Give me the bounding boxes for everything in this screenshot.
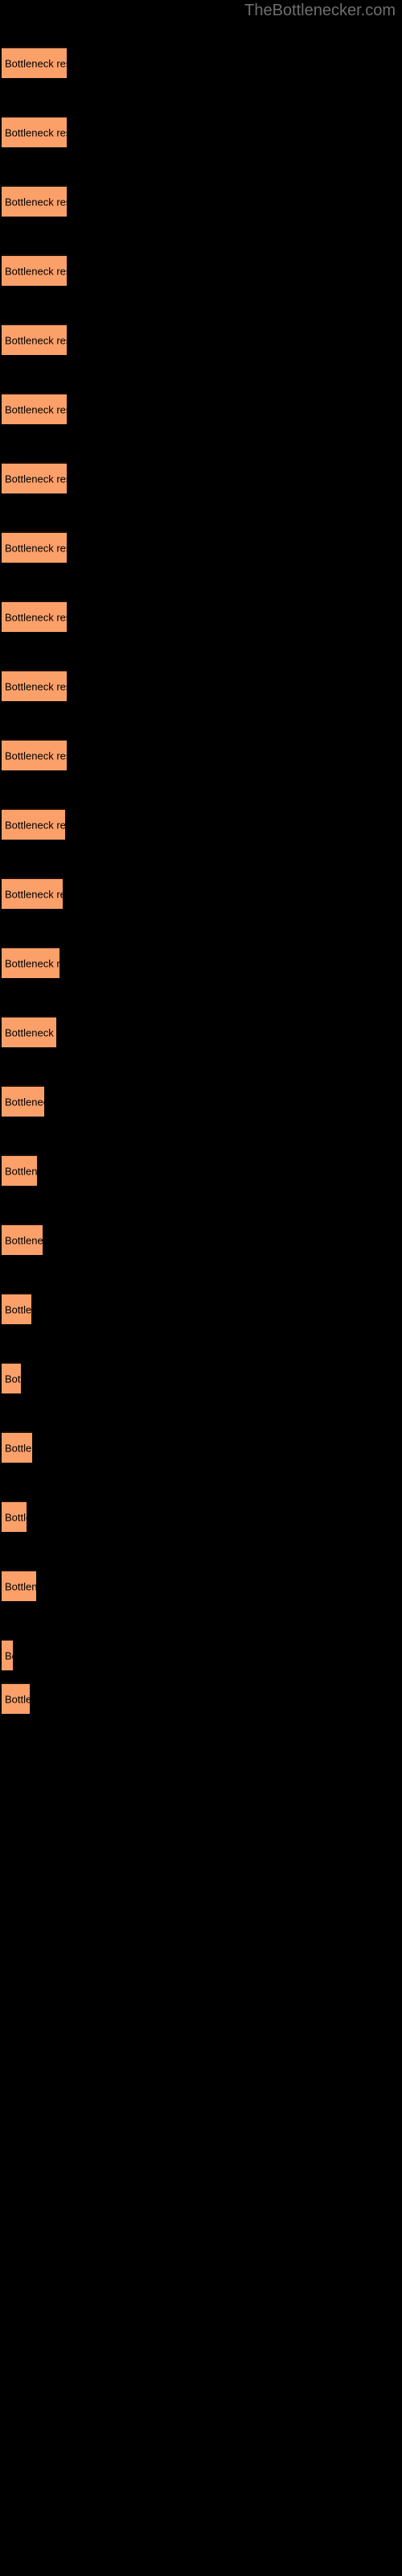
bar: Bottleneck result [2, 1224, 43, 1255]
bar: Bottleneck result [2, 324, 67, 355]
bar: Bottleneck result [2, 531, 67, 563]
bar-label: Bottleneck result [5, 957, 59, 969]
bar-label: Bottleneck result [5, 1373, 21, 1385]
bar: Bottleneck result [2, 1501, 27, 1532]
bar: Bottleneck result [2, 1362, 21, 1393]
bar: Bottleneck result [2, 877, 63, 909]
bar: Bottleneck result [2, 185, 67, 217]
bar: Bottleneck result [2, 947, 59, 978]
bar-label: Bottleneck result [5, 334, 67, 346]
bar-label: Bottleneck result [5, 680, 67, 692]
bar: Bottleneck result [2, 1570, 36, 1601]
bar-label: Bottleneck result [5, 403, 67, 415]
bar-label: Bottleneck result [5, 542, 67, 554]
bar: Bottleneck result [2, 47, 67, 78]
bar-label: Bottleneck result [5, 1234, 43, 1246]
bar: Bottleneck result [2, 1016, 56, 1047]
bar: Bottleneck result [2, 254, 67, 286]
bar-label: Bottleneck result [5, 1165, 37, 1177]
bar: Bottleneck result [2, 1293, 31, 1324]
bar: Bottleneck result [2, 1154, 37, 1186]
bar: Bottleneck result [2, 393, 67, 424]
bar-label: Bottleneck result [5, 1649, 13, 1662]
bar: Bottleneck result [2, 1085, 44, 1117]
bar-label: Bottleneck result [5, 1580, 36, 1592]
bar: Bottleneck result [2, 670, 67, 701]
bar-label: Bottleneck result [5, 749, 67, 762]
bar-label: Bottleneck result [5, 1096, 44, 1108]
bottleneck-chart: TheBottlenecker.com Bottleneck resultBot… [0, 0, 402, 2576]
bar-label: Bottleneck result [5, 611, 67, 623]
bar-label: Bottleneck result [5, 126, 67, 138]
bar-label: Bottleneck result [5, 1026, 56, 1038]
bar: Bottleneck result [2, 808, 65, 840]
bar-label: Bottleneck result [5, 819, 65, 831]
bar-label: Bottleneck result [5, 1442, 32, 1454]
bar: Bottleneck result [2, 116, 67, 147]
bar-label: Bottleneck result [5, 888, 63, 900]
bar-series: Bottleneck result Bottleneck result Bottle… [0, 0, 402, 2576]
bar-label: Bottleneck result [5, 473, 67, 485]
bar: Bottleneck result [2, 601, 67, 632]
bar-label: Bottleneck result [5, 1511, 27, 1523]
bar-label: Bottleneck result [5, 1693, 30, 1705]
bar: Bottleneck result [2, 1431, 32, 1463]
bar-label: Bottleneck result [5, 196, 67, 208]
bar: Bottleneck result [2, 1639, 13, 1670]
bar: Bottleneck result [2, 1682, 30, 1714]
bar-label: Bottleneck result [5, 57, 67, 69]
bar: Bottleneck result [2, 462, 67, 493]
bar: Bottleneck result [2, 739, 67, 770]
bar-label: Bottleneck result [5, 1303, 31, 1315]
bar-label: Bottleneck result [5, 265, 67, 277]
